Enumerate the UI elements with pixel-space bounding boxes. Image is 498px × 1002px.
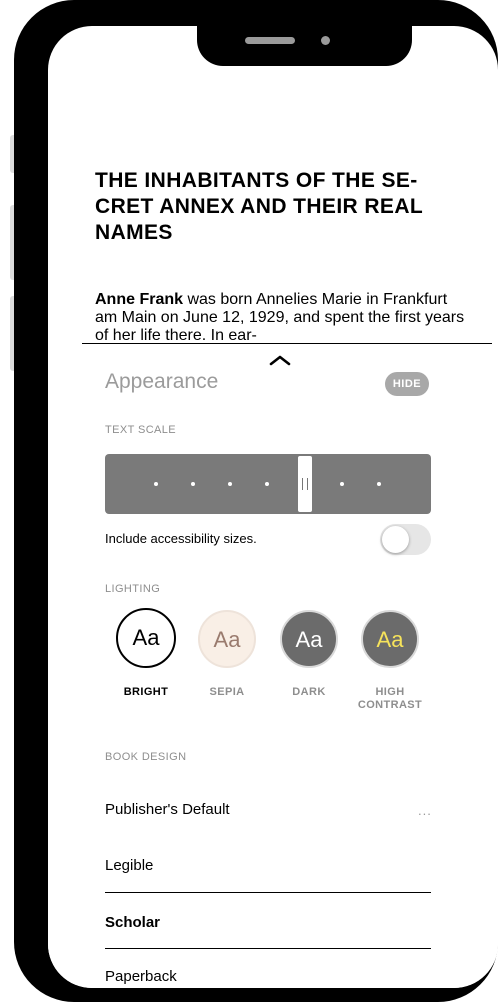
lighting-label: LIGHTING: [105, 583, 161, 595]
collapse-chevron-icon[interactable]: [268, 352, 292, 368]
design-publishers-default[interactable]: Publisher's Default: [105, 801, 230, 818]
scale-tick: [265, 482, 269, 486]
theme-dark-label: DARK: [292, 686, 326, 698]
theme-bright[interactable]: Aa: [116, 608, 176, 668]
paragraph-bold-name: Anne Frank: [95, 291, 184, 308]
text-scale-slider[interactable]: [105, 454, 431, 514]
design-scholar[interactable]: Scholar: [105, 914, 160, 931]
text-scale-label: TEXT SCALE: [105, 424, 177, 436]
scale-tick: [191, 482, 195, 486]
accessibility-sizes-label: Include accessibility sizes.: [105, 531, 257, 546]
phone-mockup: THE INHABITANTS OF THE SE- CRET ANNEX AN…: [0, 0, 498, 1002]
theme-high-contrast-label: HIGH CONTRAST: [357, 686, 423, 711]
design-divider: [105, 948, 431, 949]
speaker-grille: [245, 37, 295, 44]
hide-button[interactable]: HIDE: [385, 372, 429, 396]
theme-glyph: Aa: [376, 627, 404, 652]
theme-sepia[interactable]: Aa: [198, 610, 256, 668]
theme-bright-label: BRIGHT: [123, 686, 169, 698]
theme-dark[interactable]: Aa: [280, 610, 338, 668]
chapter-title: THE INHABITANTS OF THE SE- CRET ANNEX AN…: [95, 169, 423, 244]
design-divider: [105, 892, 431, 893]
scale-tick: [340, 482, 344, 486]
book-paragraph: Anne Frank was born Annelies Marie in Fr…: [95, 291, 470, 345]
appearance-title: Appearance: [105, 370, 219, 393]
accessibility-sizes-toggle[interactable]: [380, 524, 431, 555]
theme-sepia-label: SEPIA: [209, 686, 245, 698]
theme-high-contrast[interactable]: Aa: [361, 610, 419, 668]
scale-tick: [228, 482, 232, 486]
thumb-grip-icon: [302, 478, 308, 490]
scale-tick: [154, 482, 158, 486]
design-paperback[interactable]: Paperback: [105, 968, 177, 986]
theme-glyph: Aa: [295, 627, 323, 652]
front-camera: [321, 36, 330, 45]
scale-tick: [377, 482, 381, 486]
notch: [197, 26, 412, 66]
toggle-knob: [382, 526, 409, 553]
book-design-label: BOOK DESIGN: [105, 751, 187, 763]
more-options-icon[interactable]: ...: [418, 803, 432, 818]
theme-glyph: Aa: [132, 625, 160, 650]
scale-thumb[interactable]: [298, 456, 312, 512]
design-legible[interactable]: Legible: [105, 857, 153, 874]
theme-glyph: Aa: [213, 627, 241, 652]
